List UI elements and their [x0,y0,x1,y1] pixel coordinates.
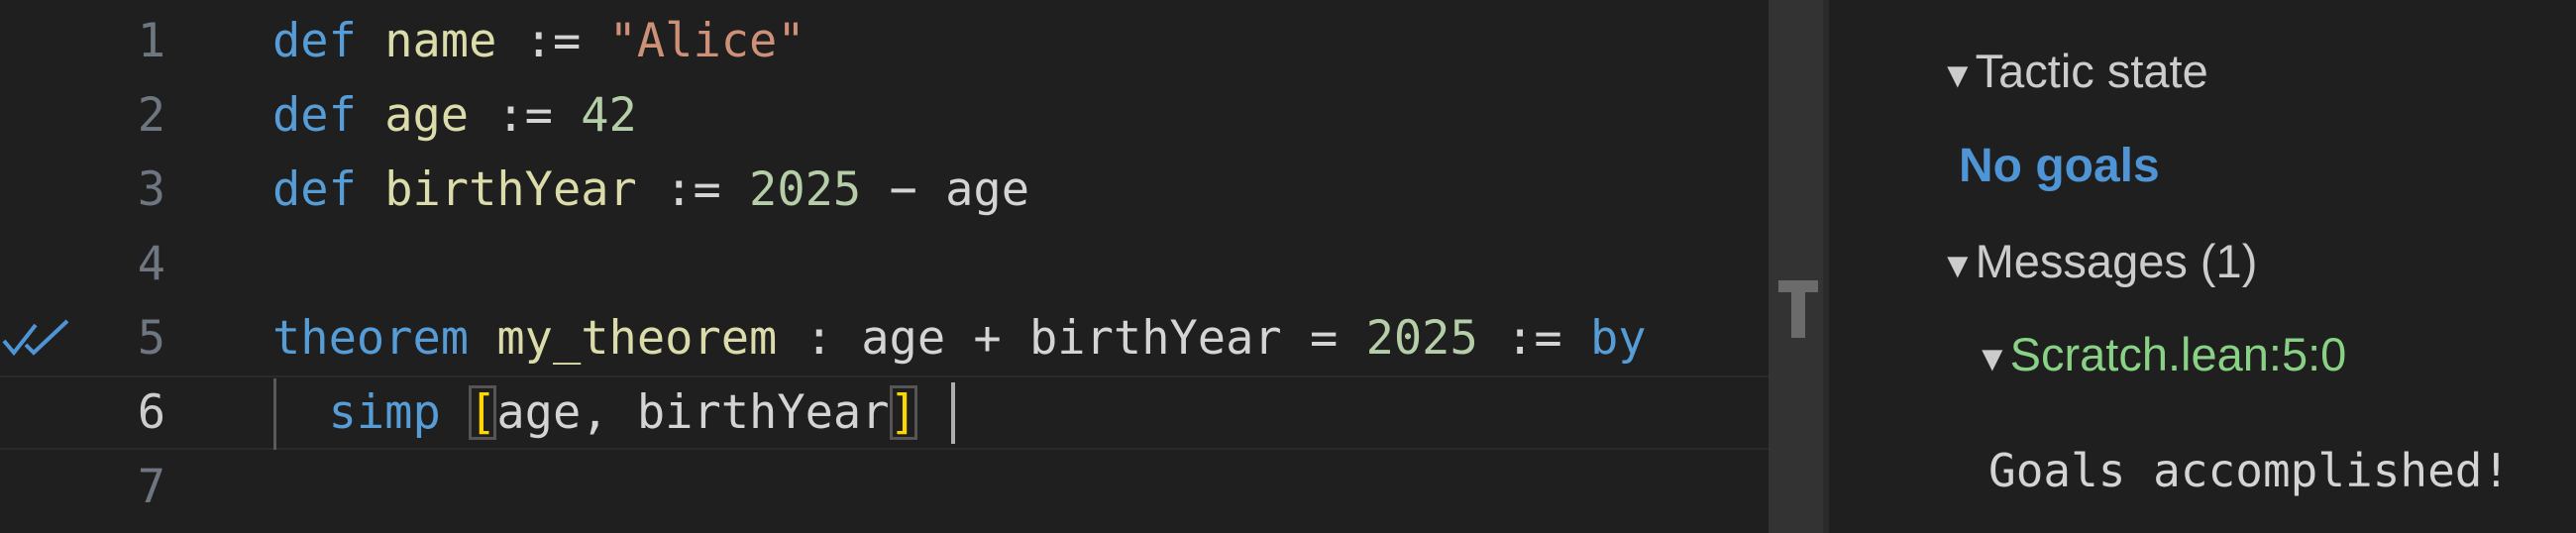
message-text: Goals accomplished! [1988,444,2511,497]
expanded-triangle-icon: ▼ [1940,53,1976,95]
string-token: "Alice" [608,14,805,68]
message-location-header[interactable]: ▼Scratch.lean:5:0 [1975,327,2346,381]
code-text: def age := 42 [272,78,637,153]
code-line-6[interactable]: 6 simp [age, birthYear] [0,375,1769,450]
bracket-token: [ [469,385,497,440]
code-line-5[interactable]: 5 theorem my_theorem : age + birthYear =… [0,301,1769,375]
code-line-3[interactable]: 3 def birthYear := 2025 − age [0,153,1769,227]
line-number: 6 [137,385,165,440]
number-token: 42 [581,88,637,143]
keyword-token: by [1589,311,1647,366]
line-number: 5 [137,311,165,366]
code-text: def birthYear := 2025 − age [272,153,1029,227]
keyword-token: def [272,14,357,68]
code-token: − age [861,162,1030,217]
keyword-token: theorem [272,311,470,366]
code-token: := [469,88,582,143]
code-token: := [636,162,750,217]
no-goals-text: No goals [1959,140,2160,192]
code-line-7[interactable]: 7 [0,450,1769,524]
identifier-token: age [384,88,470,143]
code-text: def name := "Alice" [272,4,805,78]
keyword-token: simp [328,385,441,440]
keyword-token: def [272,162,357,217]
messages-label: Messages (1) [1975,235,2258,287]
messages-header[interactable]: ▼Messages (1) [1940,234,2257,288]
bracket-token: ] [889,385,917,440]
line-number: 1 [137,14,165,68]
code-token: age, birthYear [496,385,890,440]
code-line-4[interactable]: 4 [0,227,1769,301]
text-cursor [951,382,955,444]
expanded-triangle-icon: ▼ [1940,244,1976,285]
identifier-token: my_theorem [496,311,778,366]
identifier-token: birthYear [384,162,637,217]
scrollbar-thumb[interactable] [1769,0,1823,533]
line-number: 2 [137,88,165,143]
line-number: 7 [137,460,165,514]
expanded-triangle-icon: ▼ [1975,337,2010,378]
code-line-2[interactable]: 2 def age := 42 [0,78,1769,153]
code-text: simp [age, birthYear] [272,375,917,450]
code-line-1[interactable]: 1 def name := "Alice" [0,4,1769,78]
editor-scrollbar[interactable] [1769,0,1823,533]
number-token: 2025 [1365,311,1478,366]
identifier-token: name [384,14,497,68]
keyword-token: def [272,88,357,143]
indent-guide [273,378,276,450]
line-number: 4 [137,237,165,291]
code-token: : age + birthYear = [777,311,1366,366]
number-token: 2025 [749,162,862,217]
tactic-state-label: Tactic state [1975,45,2208,97]
message-file-link[interactable]: Scratch.lean:5:0 [2010,328,2347,380]
cursor-position-marker-stem [1791,280,1805,338]
code-text: theorem my_theorem : age + birthYear = 2… [272,301,1647,375]
lean-infoview: ▼Tactic state No goals ▼Messages (1) ▼Sc… [1829,0,2576,533]
tactic-state-header[interactable]: ▼Tactic state [1940,44,2208,98]
code-token: := [1477,311,1590,366]
code-editor[interactable]: 1 def name := "Alice" 2 def age := 42 3 … [0,0,1769,533]
code-token: := [496,14,609,68]
line-number: 3 [137,162,165,217]
